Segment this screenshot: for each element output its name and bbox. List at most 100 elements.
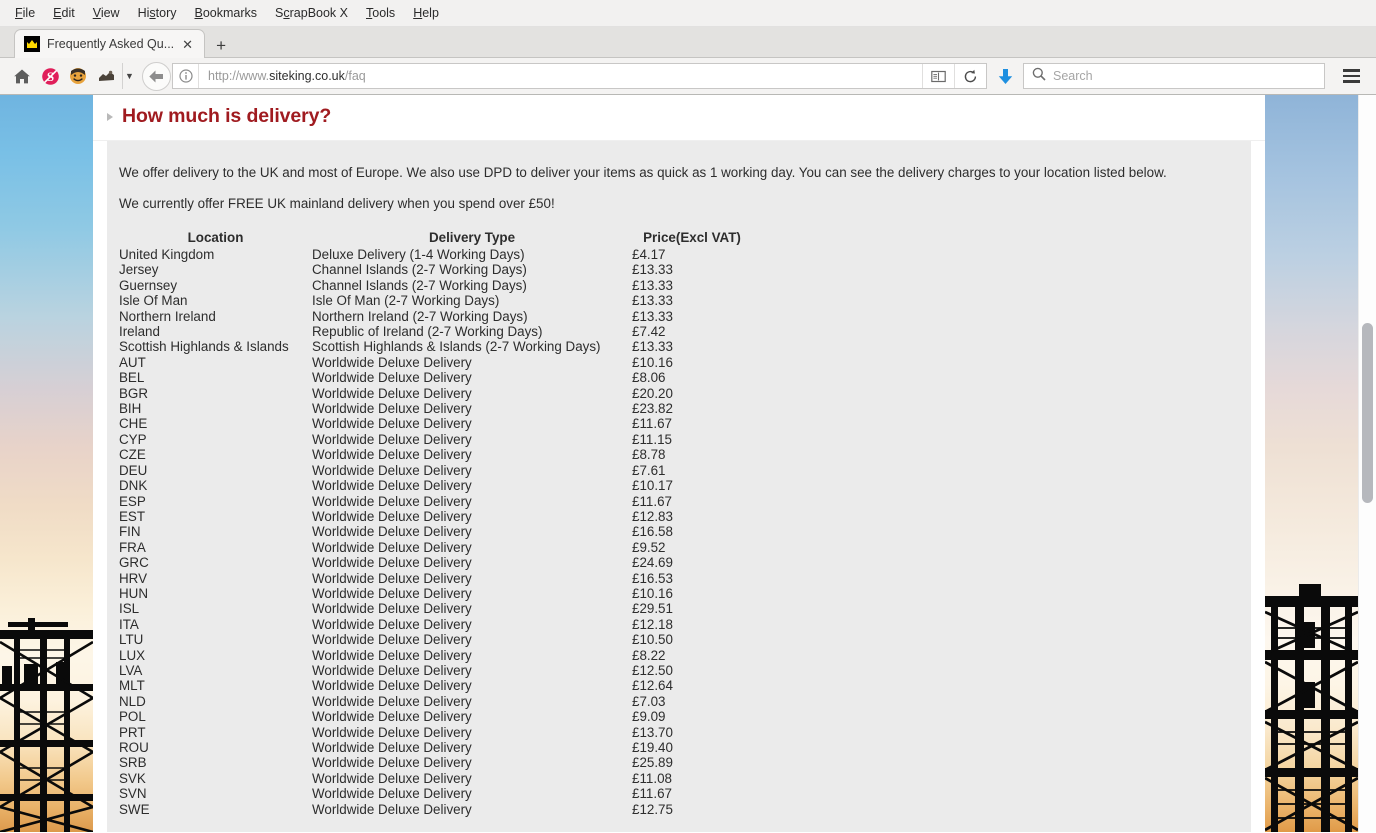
menu-item-history[interactable]: History <box>129 3 186 23</box>
triangle-bullet-icon <box>107 113 113 121</box>
cell-location: United Kingdom <box>119 247 215 262</box>
menu-item-tools[interactable]: Tools <box>357 3 404 23</box>
cell-location: LTU <box>119 632 144 648</box>
cell-delivery-type: Worldwide Deluxe Delivery <box>312 508 472 524</box>
menu-bar: File Edit View History Bookmarks ScrapBook XT… <box>0 0 1376 27</box>
table-row: United Kingdom Deluxe Delivery (1-4 Worki… <box>119 247 752 262</box>
cell-price: £9.09 <box>632 709 666 725</box>
menu-item-scrapbook-x[interactable]: ScrapBook X <box>266 3 357 23</box>
cell-location: BIH <box>119 401 142 417</box>
intro-paragraph-1: We offer delivery to the UK and most of … <box>119 165 1167 180</box>
cell-delivery-type: Deluxe Delivery (1-4 Working Days) <box>312 247 525 262</box>
page-scrollbar[interactable] <box>1358 95 1376 832</box>
cell-price: £29.51 <box>632 601 673 617</box>
hamburger-menu-icon[interactable] <box>1334 62 1368 90</box>
background-image-left <box>0 95 93 832</box>
cell-location: FRA <box>119 539 146 555</box>
back-button[interactable] <box>142 61 171 91</box>
tab-title: Frequently Asked Qu... <box>47 37 175 51</box>
table-row: SVN Worldwide Deluxe Delivery £11.67 <box>119 786 752 801</box>
cell-price: £8.78 <box>632 447 666 463</box>
cell-delivery-type: Isle Of Man (2-7 Working Days) <box>312 293 500 309</box>
cell-location: CZE <box>119 447 146 463</box>
table-row: FRA Worldwide Deluxe Delivery £9.52 <box>119 540 752 555</box>
menu-item-file[interactable]: File <box>6 3 44 23</box>
cell-delivery-type: Worldwide Deluxe Delivery <box>312 632 472 648</box>
cell-delivery-type: Worldwide Deluxe Delivery <box>312 616 472 632</box>
table-row: BIH Worldwide Deluxe Delivery £23.82 <box>119 401 752 416</box>
download-arrow-icon[interactable] <box>990 63 1020 89</box>
new-tab-button[interactable]: + <box>205 37 237 58</box>
cell-location: FIN <box>119 524 141 540</box>
table-row: AUT Worldwide Deluxe Delivery £10.16 <box>119 355 752 370</box>
table-row: HUN Worldwide Deluxe Delivery £10.16 <box>119 586 752 601</box>
menu-item-view[interactable]: View <box>84 3 129 23</box>
tab-strip: Frequently Asked Qu... ✕ + <box>0 27 1376 58</box>
cell-location: NLD <box>119 693 146 709</box>
delivery-price-table: Location Delivery Type Price(Excl VAT) Uni… <box>119 230 752 817</box>
crown-icon <box>24 36 40 52</box>
cell-price: £10.50 <box>632 632 673 648</box>
reader-view-icon[interactable] <box>922 64 954 88</box>
cell-location: EST <box>119 508 146 524</box>
smiley-icon[interactable] <box>64 63 92 89</box>
table-row: DNK Worldwide Deluxe Delivery £10.17 <box>119 478 752 493</box>
url-text[interactable]: http://www.siteking.co.uk/faq <box>199 69 922 83</box>
cell-price: £25.89 <box>632 755 673 771</box>
table-row: ROU Worldwide Deluxe Delivery £19.40 <box>119 740 752 755</box>
cell-price: £7.61 <box>632 462 666 478</box>
cell-delivery-type: Worldwide Deluxe Delivery <box>312 585 472 601</box>
cell-location: GRC <box>119 555 149 571</box>
close-icon[interactable]: ✕ <box>178 38 197 51</box>
cell-delivery-type: Worldwide Deluxe Delivery <box>312 662 472 678</box>
extension-icon[interactable] <box>92 63 120 89</box>
table-row: GRC Worldwide Deluxe Delivery £24.69 <box>119 555 752 570</box>
browser-tab[interactable]: Frequently Asked Qu... ✕ <box>14 29 206 58</box>
table-row: CYP Worldwide Deluxe Delivery £11.15 <box>119 432 752 447</box>
home-icon[interactable] <box>8 63 36 89</box>
cell-price: £8.06 <box>632 370 666 386</box>
scrapbook-s-icon[interactable]: S <box>36 63 64 89</box>
cell-price: £10.16 <box>632 585 673 601</box>
cell-location: SVK <box>119 770 146 786</box>
table-row: SWE Worldwide Deluxe Delivery £12.75 <box>119 802 752 817</box>
search-placeholder: Search <box>1053 69 1093 83</box>
scrollbar-thumb[interactable] <box>1362 323 1373 503</box>
cell-delivery-type: Republic of Ireland (2-7 Working Days) <box>312 324 543 340</box>
cell-location: BEL <box>119 370 145 386</box>
menu-item-edit[interactable]: Edit <box>44 3 84 23</box>
cell-price: £24.69 <box>632 555 673 571</box>
column-header-location: Location <box>187 230 244 245</box>
menu-item-bookmarks[interactable]: Bookmarks <box>186 3 267 23</box>
cell-price: £16.58 <box>632 524 673 540</box>
cell-delivery-type: Channel Islands (2-7 Working Days) <box>312 262 527 278</box>
cell-delivery-type: Worldwide Deluxe Delivery <box>312 462 472 478</box>
table-row: CHE Worldwide Deluxe Delivery £11.67 <box>119 416 752 431</box>
chevron-down-icon[interactable]: ▼ <box>122 63 136 89</box>
cell-delivery-type: Worldwide Deluxe Delivery <box>312 431 472 447</box>
cell-location: LUX <box>119 647 146 663</box>
cell-price: £13.33 <box>632 308 673 324</box>
cell-delivery-type: Worldwide Deluxe Delivery <box>312 385 472 401</box>
reload-icon[interactable] <box>954 64 986 88</box>
table-header: Location Delivery Type Price(Excl VAT) <box>119 230 752 247</box>
address-bar[interactable]: http://www.siteking.co.uk/faq <box>172 63 987 89</box>
navigation-toolbar: S ▼ <box>0 58 1376 94</box>
table-row: PRT Worldwide Deluxe Delivery £13.70 <box>119 725 752 740</box>
cell-location: BGR <box>119 385 149 401</box>
cell-delivery-type: Worldwide Deluxe Delivery <box>312 555 472 571</box>
search-icon <box>1032 67 1046 86</box>
url-path: /faq <box>344 69 366 83</box>
cell-price: £13.70 <box>632 724 673 740</box>
table-row: Isle Of Man Isle Of Man (2-7 Working Days… <box>119 293 752 308</box>
cell-price: £4.17 <box>632 247 666 262</box>
menu-item-help[interactable]: Help <box>404 3 448 23</box>
search-input[interactable]: Search <box>1023 63 1325 89</box>
info-circle-icon[interactable] <box>173 64 199 88</box>
table-body: United Kingdom Deluxe Delivery (1-4 Worki… <box>119 247 752 817</box>
cell-price: £7.03 <box>632 693 666 709</box>
page-viewport: How much is delivery? We offer delivery … <box>0 95 1376 832</box>
cell-location: DNK <box>119 478 148 494</box>
faq-question[interactable]: How much is delivery? <box>107 105 1265 128</box>
cell-price: £7.42 <box>632 324 666 340</box>
